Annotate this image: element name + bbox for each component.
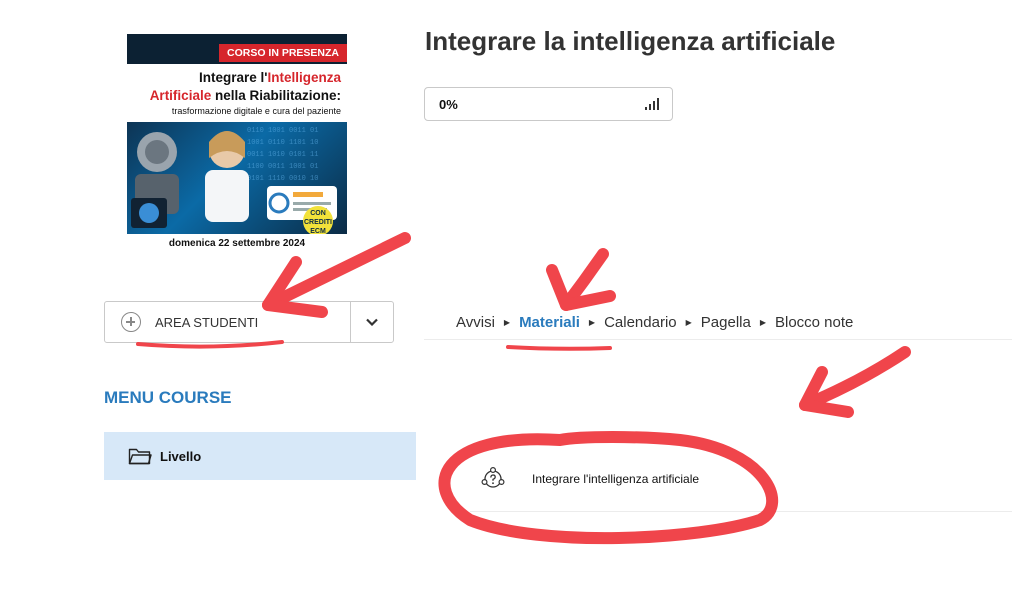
svg-text:0011 1010 0101 11: 0011 1010 0101 11 — [247, 151, 318, 159]
tab-separator-icon: ▶ — [503, 318, 511, 327]
svg-text:0110 1001 0011 01: 0110 1001 0011 01 — [247, 127, 318, 135]
ecm-credits-badge: CON CREDITI ECM — [303, 206, 333, 236]
chevron-down-icon — [366, 318, 378, 326]
tab-avvisi[interactable]: Avvisi — [456, 314, 495, 331]
folder-icon — [128, 446, 152, 466]
svg-text:1001 0110 1101 10: 1001 0110 1101 10 — [247, 139, 318, 147]
menu-item-label: Livello — [160, 448, 202, 464]
resource-divider — [470, 511, 1012, 512]
area-studenti-toggle[interactable] — [350, 302, 393, 342]
course-cover-image: CORSO IN PRESENZA Integrare l'Intelligen… — [127, 34, 347, 254]
annotation-arrow-materiali — [560, 248, 609, 311]
resource-label: Integrare l'intelligenza artificiale — [532, 472, 700, 486]
menu-course-heading: MENU COURSE — [104, 388, 232, 407]
cover-headline-line-1: Integrare l'Intelligenza — [199, 70, 341, 85]
svg-text:1100 0011 1001 01: 1100 0011 1001 01 — [247, 163, 318, 171]
tab-materiali[interactable]: Materiali — [519, 314, 580, 331]
tab-separator-icon: ▶ — [588, 318, 596, 327]
tab-pagella[interactable]: Pagella — [701, 314, 751, 331]
annotation-arrow-resource — [799, 346, 911, 411]
tab-calendario[interactable]: Calendario — [604, 314, 677, 331]
tab-separator-icon: ▶ — [685, 318, 692, 327]
course-type-badge: CORSO IN PRESENZA — [219, 44, 347, 62]
course-date: domenica 22 settembre 2024 — [127, 234, 347, 254]
area-studenti-dropdown[interactable]: AREA STUDENTI — [104, 301, 394, 343]
annotation-arrow-resource-head — [799, 366, 854, 418]
signal-bars-icon — [645, 98, 659, 110]
course-tabs: Avvisi ▶ Materiali ▶ Calendario ▶ Pagell… — [456, 314, 853, 331]
course-progress: 0% — [424, 87, 673, 121]
progress-label: 0% — [439, 97, 458, 112]
plus-circle-icon — [121, 312, 141, 332]
menu-item-livello[interactable]: Livello — [104, 432, 416, 480]
annotation-arrow-materiali-head — [546, 264, 616, 311]
annotation-underline-materiali — [506, 345, 612, 351]
tab-separator-icon: ▶ — [759, 318, 766, 327]
cover-headline-line-2: Artificiale nella Riabilitazione: — [149, 88, 341, 103]
svg-text:0101 1110 0010 10: 0101 1110 0010 10 — [247, 175, 318, 183]
area-studenti-button[interactable]: AREA STUDENTI — [105, 302, 350, 342]
area-studenti-label: AREA STUDENTI — [155, 314, 259, 330]
tab-blocco-note[interactable]: Blocco note — [775, 314, 853, 331]
page-title: Integrare la intelligenza artificiale — [425, 26, 836, 56]
quiz-icon — [481, 466, 505, 488]
resource-item[interactable]: Integrare l'intelligenza artificiale — [480, 466, 699, 492]
cover-subheadline: trasformazione digitale e cura del pazie… — [171, 106, 341, 116]
tabs-divider — [424, 339, 1012, 340]
